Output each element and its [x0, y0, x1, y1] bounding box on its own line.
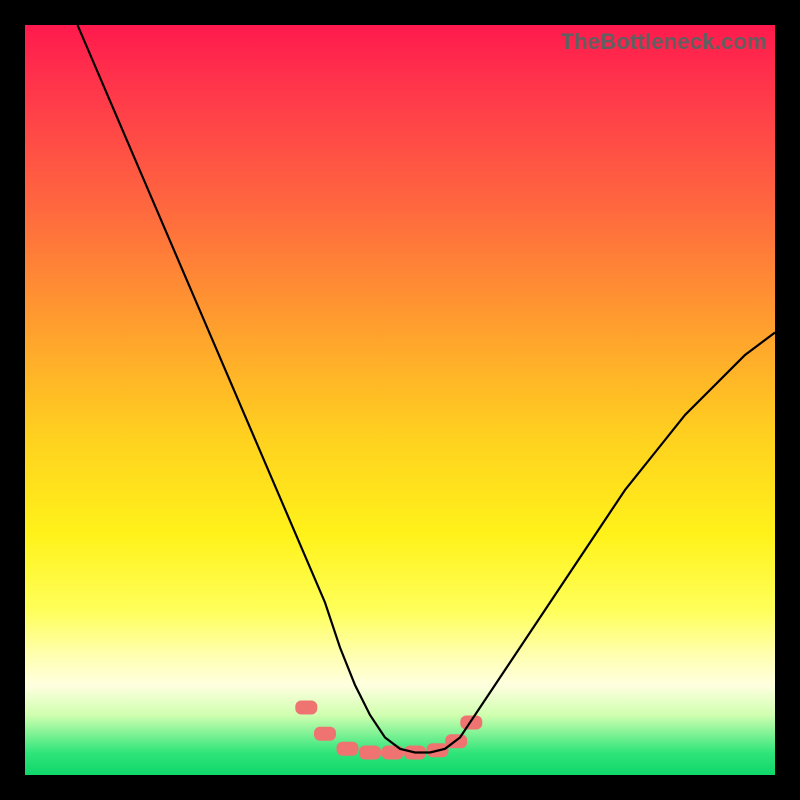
chart-plot-area: TheBottleneck.com	[25, 25, 775, 775]
marker-point	[359, 746, 381, 760]
marker-cluster	[295, 701, 482, 760]
bottleneck-curve	[78, 25, 776, 753]
chart-svg	[25, 25, 775, 775]
marker-point	[295, 701, 317, 715]
marker-point	[314, 727, 336, 741]
marker-point	[337, 742, 359, 756]
chart-frame: TheBottleneck.com	[0, 0, 800, 800]
